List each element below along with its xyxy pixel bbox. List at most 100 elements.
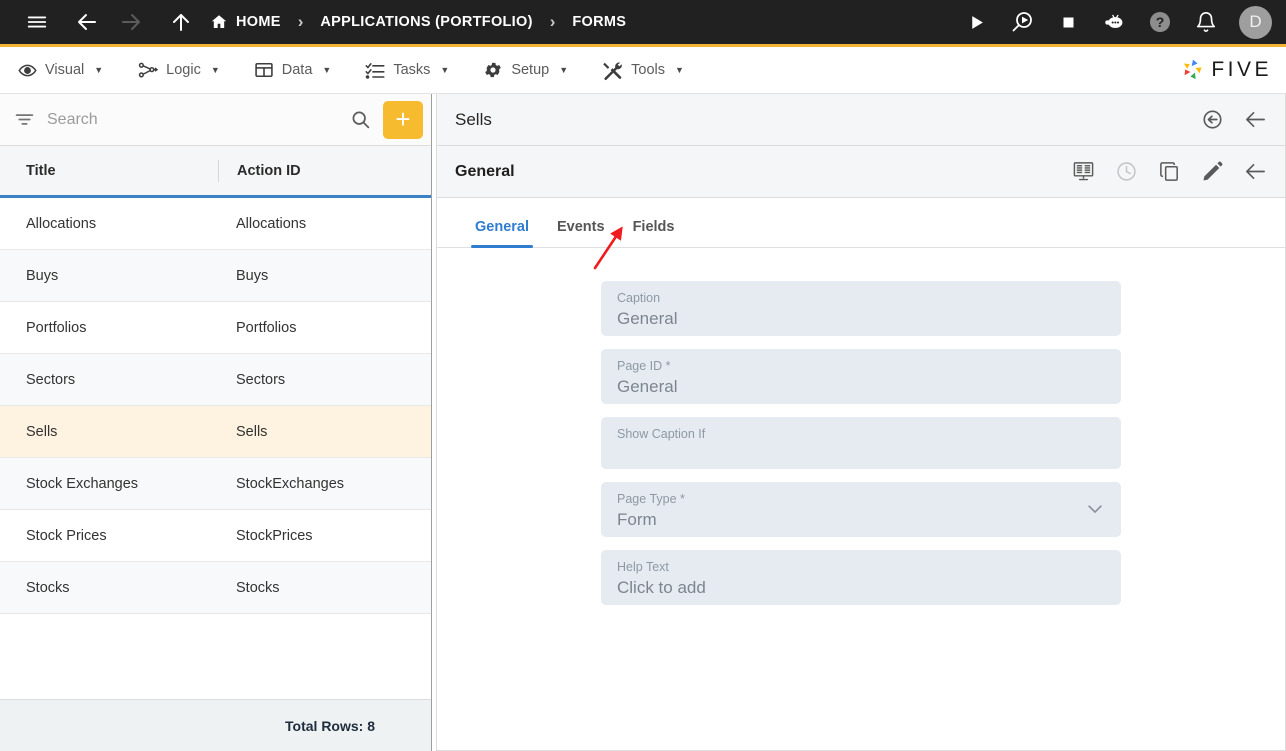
brand-name: FIVE [1211, 58, 1272, 81]
field-caption[interactable]: Caption General [601, 281, 1121, 336]
copy-icon[interactable] [1158, 160, 1181, 183]
search-icon[interactable] [350, 109, 371, 130]
field-page-id[interactable]: Page ID * General [601, 349, 1121, 404]
field-value: General [617, 377, 678, 396]
menu-label: Setup [511, 62, 550, 78]
close-panel-icon[interactable] [1244, 108, 1267, 131]
row-title: Sells [26, 423, 58, 440]
chatbot-icon[interactable] [1095, 3, 1133, 41]
field-label: Caption [617, 291, 661, 305]
record-title: Sells [455, 109, 492, 129]
breadcrumb-item-applications[interactable]: APPLICATIONS (PORTFOLIO) [320, 14, 532, 30]
home-icon [210, 13, 228, 31]
table-icon [254, 60, 274, 80]
table-row[interactable]: Portfolios Portfolios [0, 302, 431, 354]
gear-icon [483, 60, 503, 80]
menu-data[interactable]: Data ▼ [254, 60, 331, 80]
table-row[interactable]: Allocations Allocations [0, 198, 431, 250]
row-title: Allocations [26, 215, 97, 232]
table-row-selected[interactable]: Sells Sells [0, 406, 431, 458]
table-row[interactable]: Stock Exchanges StockExchanges [0, 458, 431, 510]
breadcrumb-item-home[interactable]: HOME [210, 13, 281, 31]
field-label: Page Type * [617, 492, 685, 506]
tab-events[interactable]: Events [543, 219, 619, 247]
detail-card: Sells General General Events Fields Capt… [436, 94, 1286, 751]
column-header-title[interactable]: Title [0, 163, 218, 179]
field-value: Form [617, 510, 657, 529]
breadcrumb: HOME › APPLICATIONS (PORTFOLIO) › FORMS [210, 12, 626, 32]
five-logo: FIVE [1180, 57, 1272, 83]
row-action-id: Stocks [236, 579, 280, 596]
menu-setup[interactable]: Setup ▼ [483, 60, 568, 80]
form-preview-icon[interactable] [1072, 160, 1095, 183]
general-form: Caption General Page ID * General Show C… [437, 248, 1285, 750]
section-title: General [455, 162, 515, 180]
chevron-down-icon: ▼ [210, 65, 220, 75]
row-title: Stock Prices [26, 527, 107, 544]
stop-icon[interactable] [1049, 3, 1087, 41]
forms-list-panel: + Title Action ID Allocations Allocation… [0, 94, 432, 751]
list-column-headers: Title Action ID [0, 146, 431, 198]
menu-logic[interactable]: Logic ▼ [137, 60, 220, 81]
chevron-down-icon: ▼ [440, 65, 450, 75]
flow-icon [137, 60, 159, 81]
clock-icon[interactable] [1115, 160, 1138, 183]
table-row[interactable]: Stock Prices StockPrices [0, 510, 431, 562]
breadcrumb-item-forms[interactable]: FORMS [572, 14, 626, 30]
arrow-up-icon[interactable] [162, 3, 200, 41]
section-header-actions [1072, 160, 1267, 183]
table-row[interactable]: Stocks Stocks [0, 562, 431, 614]
chevron-down-icon: ▼ [675, 65, 684, 75]
row-action-id: StockExchanges [236, 475, 345, 492]
field-label: Help Text [617, 560, 669, 574]
edit-icon[interactable] [1201, 160, 1224, 183]
detail-tabs: General Events Fields [437, 198, 1285, 270]
row-title: Buys [26, 267, 59, 284]
record-header-actions [1201, 108, 1267, 131]
workspace: + Title Action ID Allocations Allocation… [0, 94, 1286, 751]
add-form-button[interactable]: + [383, 100, 423, 139]
breadcrumb-label: APPLICATIONS (PORTFOLIO) [320, 14, 533, 30]
table-row[interactable]: Sectors Sectors [0, 354, 431, 406]
row-action-id: Buys [236, 267, 269, 284]
chevron-down-icon: ▼ [559, 65, 569, 75]
row-action-id: StockPrices [236, 527, 313, 544]
field-show-caption-if[interactable]: Show Caption If [601, 417, 1121, 469]
avatar[interactable]: D [1239, 5, 1272, 39]
field-help-text[interactable]: Help Text Click to add [601, 550, 1121, 605]
filter-icon[interactable] [14, 109, 35, 130]
tools-icon [602, 60, 623, 81]
column-header-action-id[interactable]: Action ID [218, 159, 431, 182]
menu-label: Logic [166, 62, 201, 78]
table-row[interactable]: Buys Buys [0, 250, 431, 302]
menu-visual[interactable]: Visual ▼ [18, 61, 103, 80]
chevron-down-icon[interactable] [1085, 498, 1105, 523]
row-title: Sectors [26, 371, 76, 388]
debug-run-icon[interactable] [1003, 3, 1041, 41]
detail-panel: Sells General General Events Fields Capt… [432, 94, 1286, 751]
tab-general[interactable]: General [461, 219, 543, 248]
back-icon[interactable] [1244, 160, 1267, 183]
field-value: Click to add [617, 578, 706, 597]
field-label: Show Caption If [617, 427, 706, 441]
row-title: Stock Exchanges [26, 475, 139, 492]
run-icon[interactable] [957, 3, 995, 41]
search-input[interactable] [47, 110, 350, 129]
field-page-type[interactable]: Page Type * Form [601, 482, 1121, 537]
record-header: Sells [437, 94, 1285, 146]
breadcrumb-separator: › [297, 12, 304, 31]
row-title: Stocks [26, 579, 70, 596]
help-icon[interactable]: ? [1141, 3, 1179, 41]
arrow-right-icon[interactable] [112, 3, 150, 41]
search-bar: + [0, 94, 431, 146]
arrow-left-icon[interactable] [68, 3, 106, 41]
notifications-icon[interactable] [1187, 3, 1225, 41]
hamburger-icon[interactable] [18, 3, 56, 41]
total-rows-label: Total Rows: 8 [0, 699, 431, 751]
breadcrumb-separator: › [549, 12, 556, 31]
tab-fields[interactable]: Fields [619, 219, 689, 247]
menu-tasks[interactable]: Tasks ▼ [365, 60, 449, 80]
menu-label: Tasks [393, 62, 431, 78]
menu-tools[interactable]: Tools ▼ [602, 60, 684, 81]
history-back-icon[interactable] [1201, 108, 1224, 131]
